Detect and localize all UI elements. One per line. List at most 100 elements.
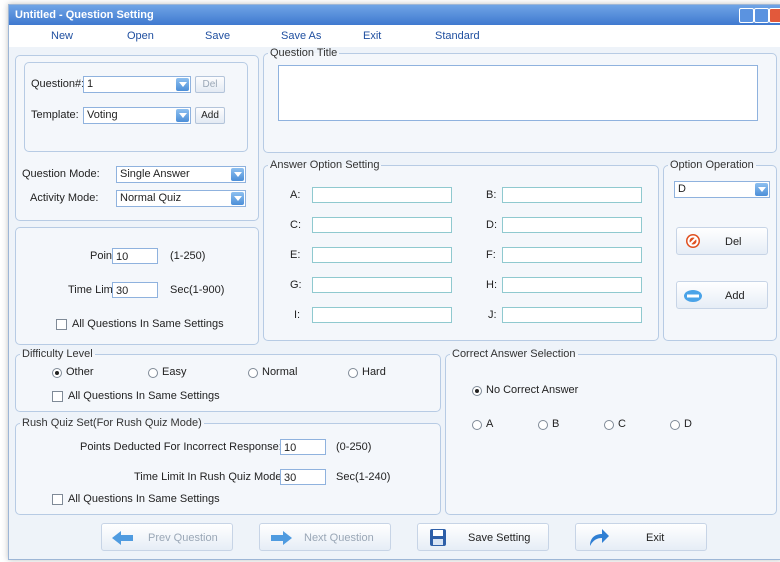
option-a-input[interactable] [312,187,452,203]
difficulty-normal-radio[interactable] [248,368,258,378]
option-b-label: B: [486,189,497,201]
option-j-input[interactable] [502,307,642,323]
rush-time-limit-label: Time Limit In Rush Quiz Mode: [134,471,285,483]
option-d-input[interactable] [502,217,642,233]
points-deducted-range: (0-250) [336,441,372,453]
option-c-input[interactable] [312,217,452,233]
points-deducted-input[interactable]: 10 [280,439,326,455]
option-c-label: C: [290,219,301,231]
point-input[interactable]: 10 [112,248,158,264]
rush-same-settings-checkbox[interactable] [52,494,63,505]
question-del-button[interactable]: Del [195,76,225,93]
question-panel: Question#: 1 Del Template: Voting Add Qu… [15,55,259,221]
rush-time-limit-input[interactable]: 30 [280,469,326,485]
correct-a-radio[interactable] [472,420,482,430]
option-b-input[interactable] [502,187,642,203]
menu-bar: New Open Save Save As Exit Standard [9,25,780,47]
point-range: (1-250) [170,250,206,262]
chevron-down-icon[interactable] [176,109,189,122]
option-g-input[interactable] [312,277,452,293]
menu-save-as[interactable]: Save As [281,30,321,42]
rush-quiz-group: Rush Quiz Set(For Rush Quiz Mode) Points… [15,417,441,515]
correct-d-radio[interactable] [670,420,680,430]
difficulty-easy-radio[interactable] [148,368,158,378]
option-select-value: D [678,183,686,195]
difficulty-legend: Difficulty Level [22,348,93,360]
question-number-combo[interactable]: 1 [83,76,191,93]
no-correct-answer-label: No Correct Answer [486,384,579,396]
activity-mode-combo[interactable]: Normal Quiz [116,190,246,207]
template-combo[interactable]: Voting [83,107,191,124]
prev-question-label: Prev Question [148,532,218,544]
option-del-button[interactable]: Del [676,227,768,255]
option-select-combo[interactable]: D [674,181,770,198]
question-mode-value: Single Answer [120,168,190,180]
menu-exit[interactable]: Exit [363,30,381,42]
difficulty-same-settings-checkbox[interactable] [52,391,63,402]
prev-question-button[interactable]: Prev Question [101,523,233,551]
points-deducted-label: Points Deducted For Incorrect Response: [80,441,282,453]
chevron-down-icon[interactable] [231,192,244,205]
maximize-icon[interactable] [754,8,769,23]
template-add-button[interactable]: Add [195,107,225,124]
minimize-icon[interactable] [739,8,754,23]
time-limit-input[interactable]: 30 [112,282,158,298]
difficulty-hard-radio[interactable] [348,368,358,378]
rush-quiz-legend: Rush Quiz Set(For Rush Quiz Mode) [22,417,202,429]
menu-save[interactable]: Save [205,30,230,42]
save-setting-label: Save Setting [468,532,531,544]
curved-arrow-icon [590,529,609,546]
exit-button[interactable]: Exit [575,523,707,551]
question-title-group: Question Title [263,47,777,153]
close-icon[interactable] [769,8,780,23]
template-label: Template: [31,109,79,121]
correct-answer-legend: Correct Answer Selection [452,348,576,360]
menu-open[interactable]: Open [127,30,154,42]
answer-options-group: Answer Option Setting A: B: C: D: E: F: … [263,159,659,341]
option-f-input[interactable] [502,247,642,263]
save-setting-button[interactable]: Save Setting [417,523,549,551]
difficulty-other-radio[interactable] [52,368,62,378]
difficulty-other-label: Other [66,366,94,378]
arrow-left-icon [112,531,133,545]
chevron-down-icon[interactable] [176,78,189,91]
difficulty-group: Difficulty Level Other Easy Normal Hard … [15,348,441,412]
chevron-down-icon[interactable] [755,183,768,196]
option-add-button[interactable]: Add [676,281,768,309]
correct-b-label: B [552,418,560,430]
plus-arrow-icon [684,290,702,302]
option-f-label: F: [486,249,496,261]
option-operation-legend: Option Operation [670,159,754,171]
question-title-input[interactable] [278,65,758,121]
next-question-label: Next Question [304,532,374,544]
question-number-value: 1 [87,78,94,90]
template-value: Voting [87,109,118,121]
menu-standard[interactable]: Standard [435,30,480,42]
activity-mode-value: Normal Quiz [120,192,182,204]
window-title: Untitled - Question Setting [15,9,154,21]
rush-same-settings-label: All Questions In Same Settings [68,493,220,505]
correct-a-label: A [486,418,494,430]
difficulty-normal-label: Normal [262,366,298,378]
chevron-down-icon[interactable] [231,168,244,181]
points-panel: Point: 10 (1-250) Time Limit: 30 Sec(1-9… [15,227,259,345]
title-bar: Untitled - Question Setting [9,5,780,25]
rush-time-limit-range: Sec(1-240) [336,471,391,483]
correct-b-radio[interactable] [538,420,548,430]
menu-new[interactable]: New [51,30,73,42]
option-i-input[interactable] [312,307,452,323]
question-setting-window: Untitled - Question Setting New Open Sav… [8,4,780,560]
no-correct-answer-radio[interactable] [472,386,482,396]
option-h-label: H: [486,279,497,291]
question-number-label: Question#: [31,78,85,90]
correct-c-label: C [618,418,626,430]
option-h-input[interactable] [502,277,642,293]
next-question-button[interactable]: Next Question [259,523,391,551]
option-e-input[interactable] [312,247,452,263]
question-sub-panel: Question#: 1 Del Template: Voting Add [24,62,248,152]
option-j-label: J: [488,309,497,321]
question-mode-combo[interactable]: Single Answer [116,166,246,183]
correct-c-radio[interactable] [604,420,614,430]
same-settings-checkbox[interactable] [56,319,67,330]
question-title-legend: Question Title [270,47,338,59]
